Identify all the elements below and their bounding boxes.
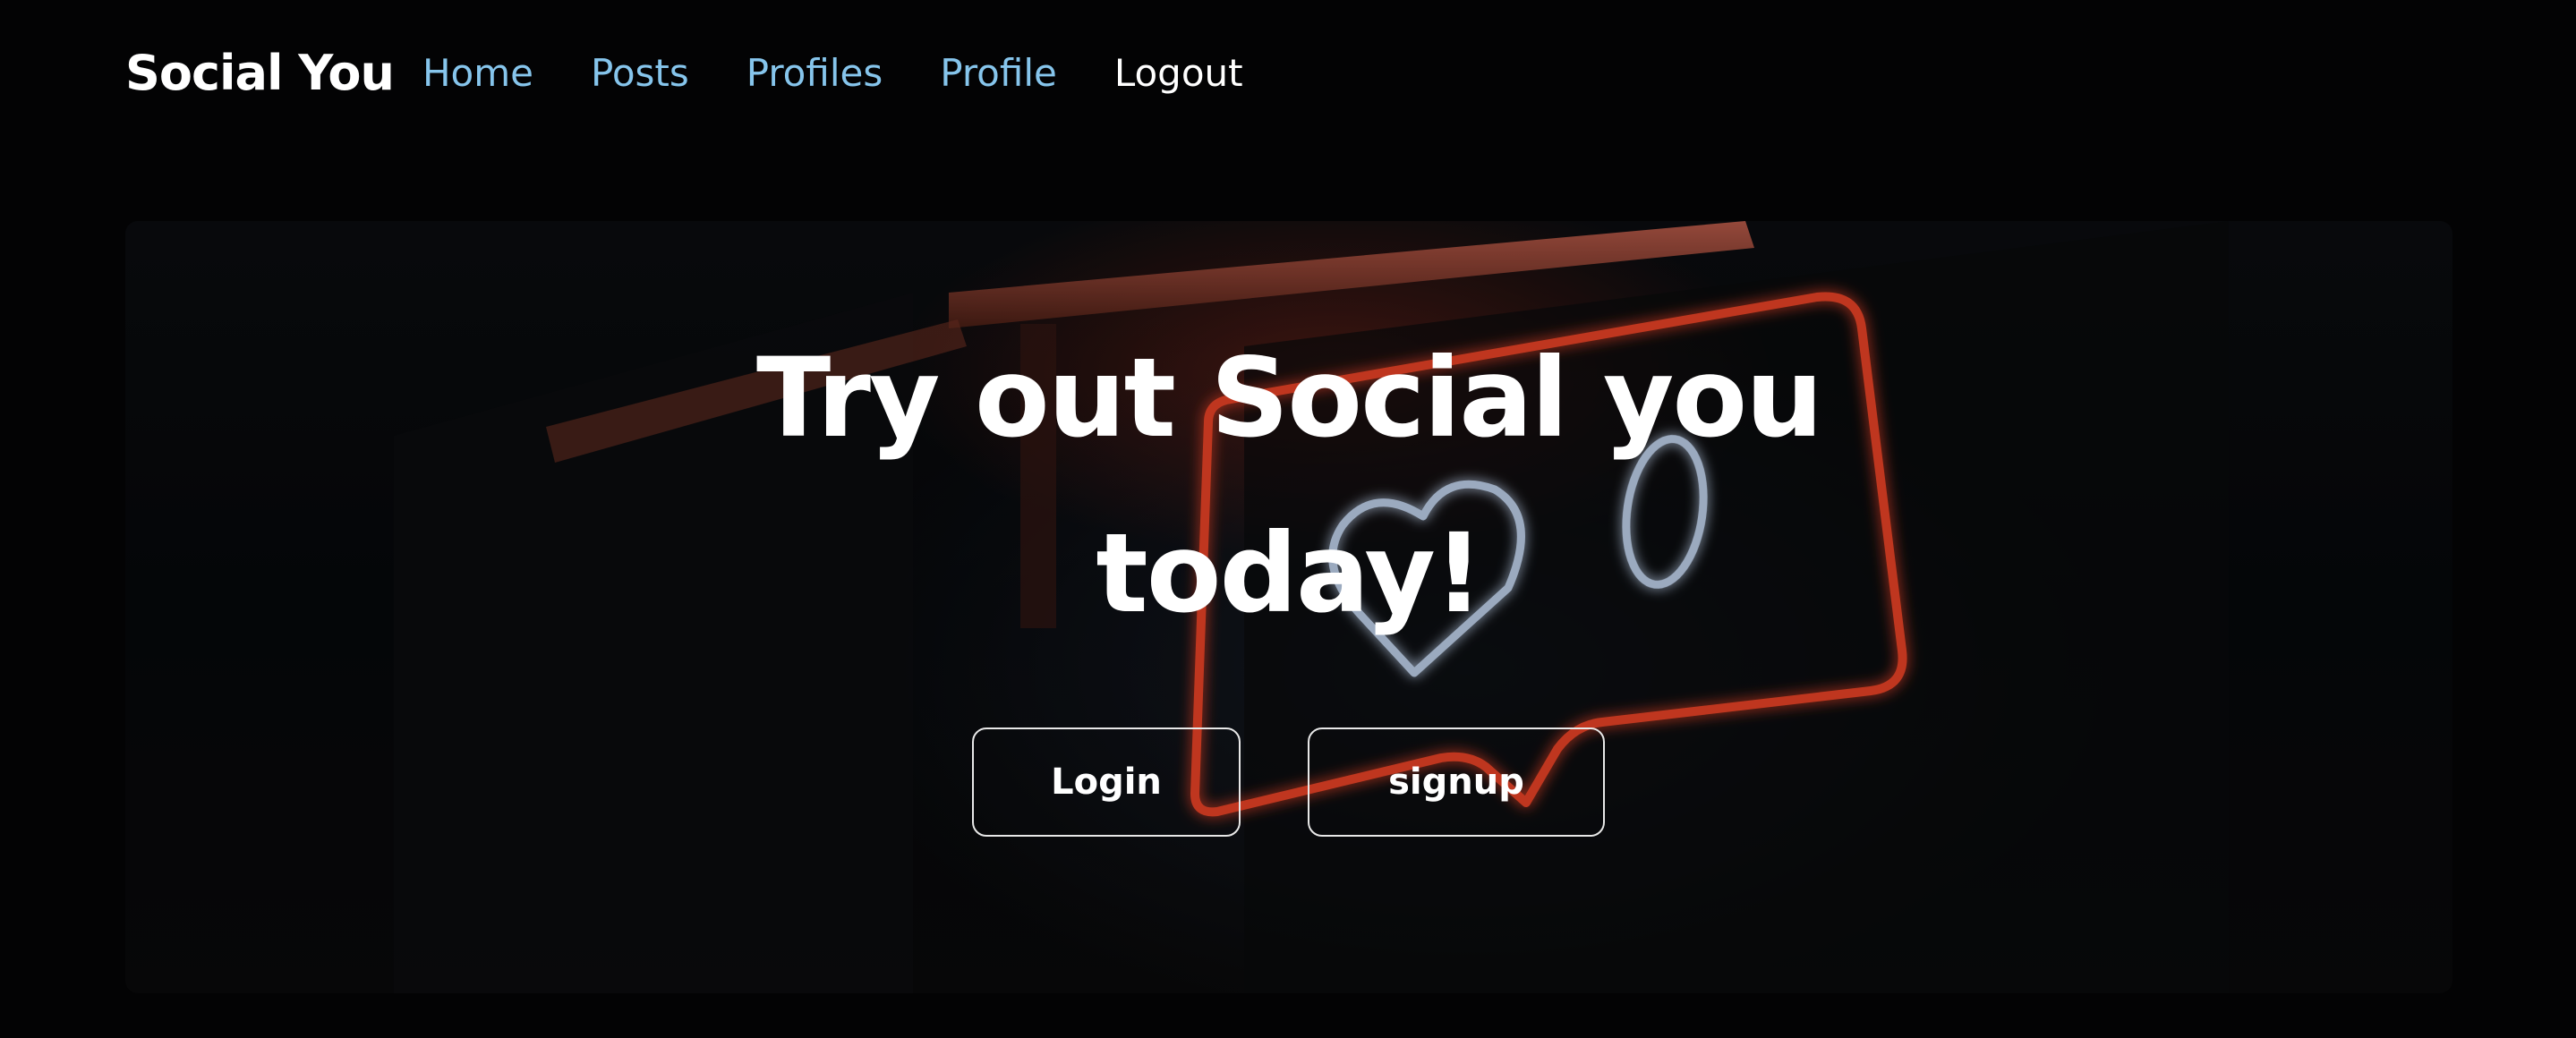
nav-link-profile[interactable]: Profile [940, 51, 1057, 95]
nav-link-logout[interactable]: Logout [1114, 51, 1243, 95]
hero-title: Try out Social you today! [125, 311, 2452, 661]
hero-banner: Try out Social you today! Login signup [125, 221, 2452, 993]
hero-title-line-1: Try out Social you [755, 335, 1823, 462]
nav-link-posts[interactable]: Posts [591, 51, 689, 95]
hero-title-line-2: today! [1096, 510, 1483, 637]
login-button[interactable]: Login [972, 727, 1241, 837]
navbar: Social You Home Posts Profiles Profile L… [125, 38, 1301, 107]
brand-logo[interactable]: Social You [125, 45, 395, 101]
signup-button[interactable]: signup [1308, 727, 1605, 837]
nav-link-profiles[interactable]: Profiles [746, 51, 883, 95]
nav-link-home[interactable]: Home [422, 51, 533, 95]
